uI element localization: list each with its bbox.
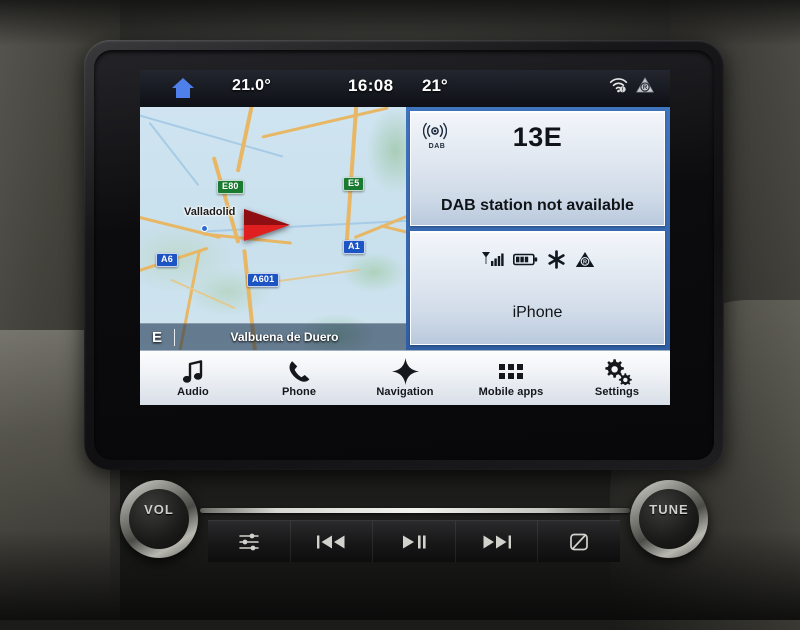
- hardware-button-bar: [208, 520, 620, 562]
- map-info-strip: E Valbuena de Duero: [140, 323, 406, 350]
- music-note-icon: [181, 358, 205, 385]
- battery-icon: [513, 252, 538, 267]
- main-tab-bar: Audio Phone Navigation Mobile apps: [140, 350, 670, 405]
- tab-mobile-apps-label: Mobile apps: [479, 386, 544, 398]
- right-cards-column: DAB 13E DAB station not available: [406, 107, 670, 350]
- tab-settings-label: Settings: [595, 386, 639, 398]
- play-pause-button[interactable]: [373, 521, 456, 562]
- svg-text:R: R: [643, 85, 648, 91]
- tab-phone-label: Phone: [282, 386, 316, 398]
- map-shield-a601: A601: [247, 273, 279, 287]
- volume-knob[interactable]: VOL: [120, 480, 198, 558]
- wifi-icon: !: [609, 77, 628, 93]
- map-current-place: Valbuena de Duero: [175, 330, 406, 344]
- cellular-signal-icon: [481, 251, 504, 268]
- screen-off-button[interactable]: [538, 521, 620, 562]
- previous-track-button[interactable]: [291, 521, 374, 562]
- volume-knob-label: VOL: [129, 489, 189, 549]
- radio-preset: 13E: [411, 122, 664, 153]
- tab-phone[interactable]: Phone: [246, 351, 352, 405]
- clock: 16:08: [348, 76, 393, 96]
- outside-temperature: 21°: [422, 76, 448, 96]
- screen-body: Valladolid E80 E5 A6 A601 A1 E Valbuena …: [140, 107, 670, 350]
- sound-settings-sliders-icon: [238, 531, 260, 553]
- radio-status-text: DAB station not available: [411, 197, 664, 215]
- roaming-triangle-r-icon: R: [636, 77, 654, 93]
- tab-audio-label: Audio: [177, 386, 209, 398]
- home-icon: [172, 78, 194, 98]
- tab-navigation[interactable]: Navigation: [352, 351, 458, 405]
- map-shield-a1: A1: [343, 240, 365, 254]
- tab-audio[interactable]: Audio: [140, 351, 246, 405]
- roaming-triangle-r-icon: R: [575, 251, 595, 268]
- cabin-temperature: 21.0°: [232, 77, 271, 95]
- map-town-marker: [201, 225, 208, 232]
- home-button[interactable]: [172, 78, 194, 98]
- infotainment-screen[interactable]: 21.0° 16:08 21° !: [140, 70, 670, 405]
- bluetooth-asterisk-icon: [547, 250, 566, 269]
- tab-navigation-label: Navigation: [376, 386, 433, 398]
- phone-status-icons: R: [411, 250, 664, 269]
- svg-text:R: R: [582, 259, 586, 265]
- tune-knob[interactable]: TUNE: [630, 480, 708, 558]
- next-track-icon: [482, 533, 512, 551]
- four-point-star-icon: [392, 358, 419, 385]
- tune-knob-label: TUNE: [639, 489, 699, 549]
- map-heading: E: [140, 329, 174, 346]
- chrome-trim-strip: [200, 508, 630, 513]
- apps-grid-icon: [499, 358, 523, 385]
- tab-settings[interactable]: Settings: [564, 351, 670, 405]
- gears-icon: [603, 358, 632, 385]
- map-shield-a6: A6: [156, 253, 178, 267]
- screen-off-icon: [568, 531, 590, 553]
- map-panel[interactable]: Valladolid E80 E5 A6 A601 A1 E Valbuena …: [140, 107, 406, 350]
- next-track-button[interactable]: [456, 521, 539, 562]
- status-indicators: ! R: [609, 77, 654, 93]
- phone-handset-icon: [287, 358, 312, 385]
- phone-device-name: iPhone: [411, 304, 664, 322]
- map-shield-e80: E80: [217, 180, 244, 194]
- radio-card[interactable]: DAB 13E DAB station not available: [410, 111, 665, 226]
- map-shield-e5: E5: [343, 177, 364, 191]
- play-pause-icon: [401, 533, 427, 551]
- tab-mobile-apps[interactable]: Mobile apps: [458, 351, 564, 405]
- status-bar: 21.0° 16:08 21° !: [140, 70, 670, 107]
- phone-card[interactable]: R iPhone: [410, 231, 665, 346]
- sound-settings-button[interactable]: [208, 521, 291, 562]
- previous-track-icon: [316, 533, 346, 551]
- map-city-label: Valladolid: [184, 206, 235, 218]
